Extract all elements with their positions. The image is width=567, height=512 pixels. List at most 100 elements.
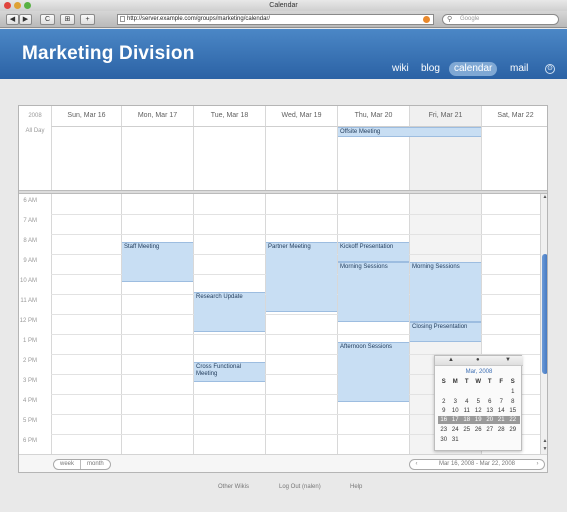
mini-day[interactable]: 28 xyxy=(496,426,508,434)
mini-day[interactable]: 14 xyxy=(496,407,508,415)
mini-day[interactable]: 16 xyxy=(438,416,450,424)
calendar-event[interactable]: Research Update xyxy=(194,292,265,332)
hour-label: 3 PM xyxy=(22,378,37,384)
mini-day[interactable]: 24 xyxy=(450,426,462,434)
calendar-event[interactable]: Kickoff Presentation xyxy=(338,242,409,262)
address-field[interactable]: http://server.example.com/groups/marketi… xyxy=(117,14,434,25)
mini-day[interactable]: 12 xyxy=(473,407,485,415)
zoom-window-icon[interactable] xyxy=(24,2,31,9)
all-day-cell[interactable] xyxy=(51,126,121,190)
day-header: Tue, Mar 18 xyxy=(193,106,265,126)
mini-day[interactable]: 23 xyxy=(438,426,450,434)
calendar-event[interactable]: Morning Sessions xyxy=(338,262,409,322)
page-icon xyxy=(120,16,125,22)
close-window-icon[interactable] xyxy=(4,2,11,9)
mini-day[interactable]: 2 xyxy=(438,398,450,406)
mini-day[interactable]: 18 xyxy=(461,416,473,424)
mini-day[interactable]: 3 xyxy=(450,398,462,406)
mini-day[interactable]: 22 xyxy=(507,416,519,424)
scroll-thumb[interactable] xyxy=(542,254,547,374)
today-icon[interactable]: ● xyxy=(476,357,480,363)
reload-button[interactable]: C xyxy=(40,14,55,25)
calendar-event[interactable]: Partner Meeting xyxy=(266,242,337,312)
other-wikis-link[interactable]: Other Wikis xyxy=(218,484,249,490)
back-icon: ◀ xyxy=(9,16,16,23)
settings-icon[interactable]: ⊙ xyxy=(545,64,555,74)
add-bookmark-button[interactable]: + xyxy=(80,14,95,25)
day-column[interactable] xyxy=(337,194,409,454)
all-day-cell[interactable] xyxy=(265,126,337,190)
year-label: 2008 xyxy=(28,113,42,119)
nav-blog[interactable]: blog xyxy=(421,62,440,76)
mini-day[interactable]: 26 xyxy=(473,426,485,434)
calendar-event[interactable]: Morning Sessions xyxy=(410,262,481,322)
mini-calendar-week: 23 24 25 26 27 28 29 xyxy=(438,426,520,434)
mini-day[interactable]: 19 xyxy=(473,416,485,424)
day-header: Sun, Mar 16 xyxy=(51,106,121,126)
mini-day[interactable]: 11 xyxy=(461,407,473,415)
mini-day[interactable]: 20 xyxy=(484,416,496,424)
nav-wiki[interactable]: wiki xyxy=(392,62,409,76)
mini-day[interactable]: 6 xyxy=(484,398,496,406)
all-day-cell[interactable] xyxy=(481,126,547,190)
day-column[interactable] xyxy=(265,194,337,454)
all-day-event[interactable]: Offsite Meeting xyxy=(338,127,481,137)
mini-day[interactable]: 7 xyxy=(496,398,508,406)
hour-label: 10 AM xyxy=(19,278,37,284)
hour-line xyxy=(51,214,540,215)
search-placeholder: Google xyxy=(460,16,480,22)
bookmarks-button[interactable]: ⊞ xyxy=(60,14,75,25)
mini-day[interactable]: 4 xyxy=(461,398,473,406)
scroll-up-icon[interactable]: ▲ xyxy=(541,194,547,201)
week-view-button[interactable]: week xyxy=(54,460,80,469)
mini-day[interactable]: 15 xyxy=(507,407,519,415)
mini-day[interactable]: 30 xyxy=(438,436,450,444)
hour-label: 6 AM xyxy=(23,198,37,204)
mini-day[interactable]: 31 xyxy=(450,436,462,444)
mini-day[interactable]: 9 xyxy=(438,407,450,415)
mini-day[interactable]: 10 xyxy=(450,407,462,415)
hour-label: 4 PM xyxy=(22,398,37,404)
hour-label: 7 AM xyxy=(23,218,37,224)
help-link[interactable]: Help xyxy=(350,484,362,490)
scroll-down-icon[interactable]: ▼ xyxy=(541,446,547,453)
mini-day[interactable]: 17 xyxy=(450,416,462,424)
mini-day[interactable]: 29 xyxy=(507,426,519,434)
site-header: Marketing Division wiki blog calendar ma… xyxy=(0,29,567,79)
all-day-cell[interactable] xyxy=(121,126,193,190)
mini-calendar-week-selected: 16 17 18 19 20 21 22 xyxy=(438,416,520,424)
nav-mail[interactable]: mail xyxy=(510,62,528,76)
mini-day[interactable]: 13 xyxy=(484,407,496,415)
weekday-label: S xyxy=(441,379,446,385)
site-title: Marketing Division xyxy=(22,43,195,64)
calendar-scrollbar[interactable]: ▲ ▲ ▼ xyxy=(540,194,547,454)
mini-day[interactable]: 5 xyxy=(473,398,485,406)
previous-month-icon[interactable]: ▲ xyxy=(448,357,454,363)
calendar-event[interactable]: Afternoon Sessions xyxy=(338,342,409,402)
day-header: Wed, Mar 19 xyxy=(265,106,337,126)
all-day-cell[interactable] xyxy=(193,126,265,190)
previous-week-icon[interactable]: ‹ xyxy=(412,460,421,469)
log-out-link[interactable]: Log Out (nalen) xyxy=(279,484,321,490)
day-header: Thu, Mar 20 xyxy=(337,106,409,126)
next-month-icon[interactable]: ▼ xyxy=(505,357,511,363)
calendar-event[interactable]: Cross Functional Meeting xyxy=(194,362,265,382)
back-button[interactable]: ◀ xyxy=(6,14,19,25)
rss-icon[interactable] xyxy=(423,16,430,23)
next-week-icon[interactable]: › xyxy=(533,460,542,469)
mini-day[interactable]: 27 xyxy=(484,426,496,434)
calendar-event[interactable]: Closing Presentation xyxy=(410,322,481,342)
scroll-up-icon[interactable]: ▲ xyxy=(541,438,547,445)
nav-calendar[interactable]: calendar xyxy=(449,62,498,76)
calendar-event[interactable]: Staff Meeting xyxy=(122,242,193,282)
mini-day[interactable]: 8 xyxy=(507,398,519,406)
forward-button[interactable]: ▶ xyxy=(19,14,32,25)
minimize-window-icon[interactable] xyxy=(14,2,21,9)
day-column[interactable] xyxy=(51,194,121,454)
search-field[interactable]: ⚲ Google xyxy=(442,14,559,25)
day-column[interactable] xyxy=(121,194,193,454)
month-view-button[interactable]: month xyxy=(80,460,110,469)
mini-day[interactable]: 21 xyxy=(496,416,508,424)
mini-day[interactable]: 1 xyxy=(507,388,519,396)
mini-day[interactable]: 25 xyxy=(461,426,473,434)
